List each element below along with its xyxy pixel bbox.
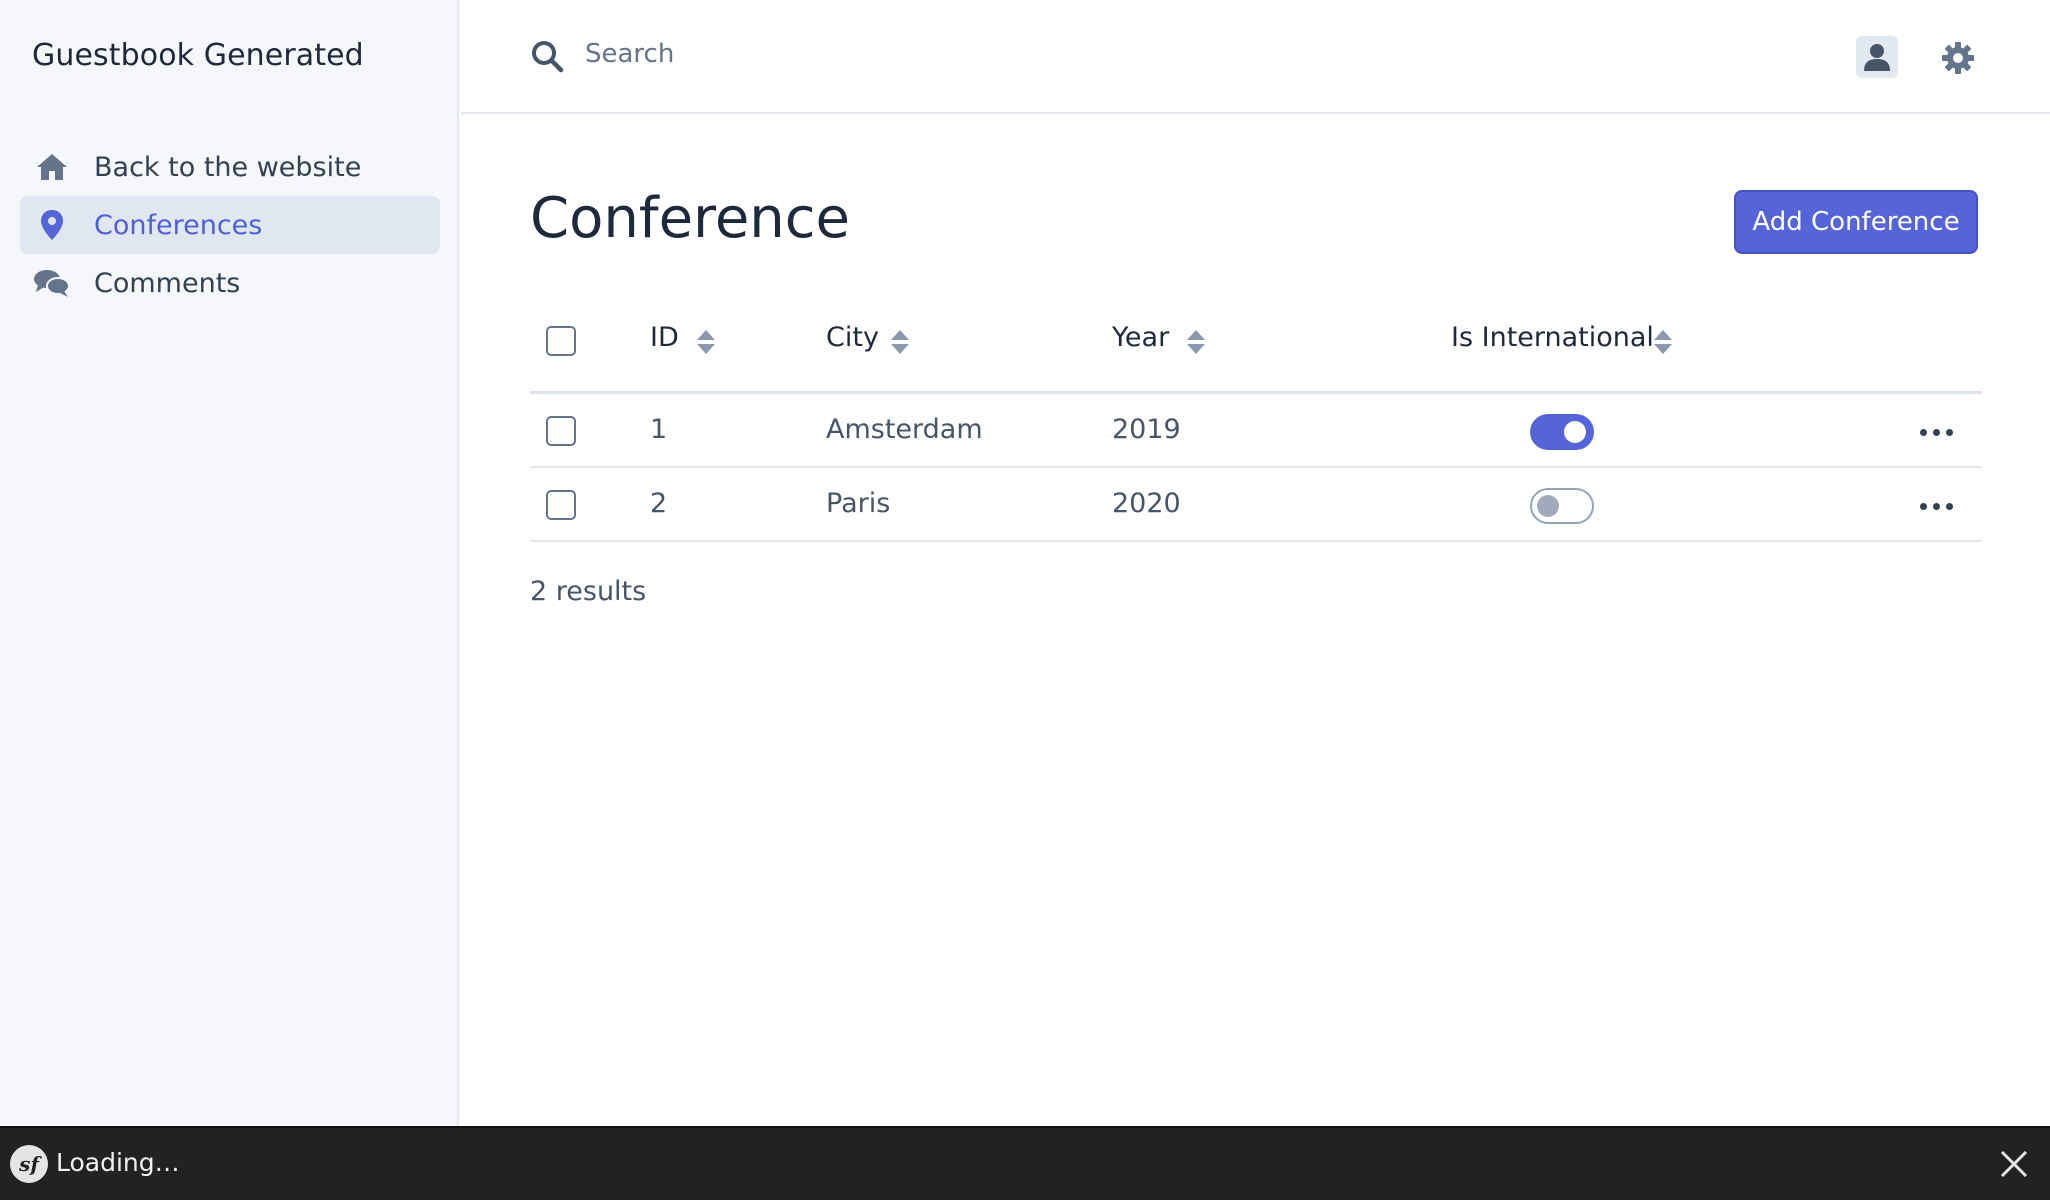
- sort-icon[interactable]: [1186, 328, 1206, 356]
- column-header-year[interactable]: Year: [1112, 322, 1169, 353]
- sidebar-item-label: Back to the website: [94, 151, 362, 183]
- cell-year: 2020: [1112, 488, 1181, 519]
- cell-city: Paris: [826, 488, 891, 519]
- cell-city: Amsterdam: [826, 414, 983, 445]
- table-header: ID City Year Is International: [530, 290, 1982, 394]
- topbar: [461, 0, 2050, 114]
- is-international-toggle[interactable]: [1530, 414, 1594, 450]
- add-conference-button[interactable]: Add Conference: [1734, 190, 1978, 254]
- column-header-is-international[interactable]: Is International: [1451, 322, 1654, 353]
- sort-icon[interactable]: [696, 328, 716, 356]
- column-header-city[interactable]: City: [826, 322, 879, 353]
- cell-id: 2: [650, 488, 668, 519]
- home-icon: [32, 149, 72, 185]
- sidebar-item-label: Comments: [94, 267, 241, 299]
- map-marker-icon: [32, 207, 72, 243]
- sort-icon[interactable]: [1653, 328, 1673, 356]
- select-all-checkbox[interactable]: [546, 326, 576, 356]
- row-checkbox[interactable]: [546, 416, 576, 446]
- dot: [1919, 502, 1927, 510]
- cell-id: 1: [650, 414, 668, 445]
- is-international-toggle[interactable]: [1530, 488, 1594, 524]
- sidebar: Guestbook Generated Back to the website …: [0, 0, 459, 1126]
- loading-text: Loading…: [56, 1148, 180, 1177]
- row-checkbox[interactable]: [546, 490, 576, 520]
- search-icon: [532, 41, 564, 73]
- dot: [1945, 428, 1953, 436]
- dot: [1932, 502, 1940, 510]
- cell-year: 2019: [1112, 414, 1181, 445]
- column-header-id[interactable]: ID: [650, 322, 679, 353]
- results-count: 2 results: [530, 576, 647, 607]
- comments-icon: [32, 265, 72, 301]
- brand-title[interactable]: Guestbook Generated: [32, 38, 364, 73]
- toggle-knob: [1537, 495, 1559, 517]
- sort-icon[interactable]: [890, 328, 910, 356]
- debug-toolbar: sf Loading…: [0, 1126, 2050, 1200]
- table-row: 2 Paris 2020: [530, 468, 1982, 542]
- close-icon[interactable]: [1996, 1146, 2032, 1182]
- row-actions-button[interactable]: [1910, 416, 1962, 448]
- sidebar-item-comments[interactable]: Comments: [20, 254, 440, 312]
- gear-icon[interactable]: [1941, 41, 1975, 75]
- symfony-logo[interactable]: sf: [10, 1145, 48, 1183]
- app: Guestbook Generated Back to the website …: [0, 0, 2050, 1126]
- user-menu-button[interactable]: [1856, 36, 1898, 78]
- dot: [1932, 428, 1940, 436]
- conference-table: ID City Year Is International 1 Amsterda…: [530, 290, 1982, 542]
- dot: [1919, 428, 1927, 436]
- search-input[interactable]: [585, 28, 1285, 80]
- row-actions-button[interactable]: [1910, 490, 1962, 522]
- sidebar-item-back-to-website[interactable]: Back to the website: [20, 138, 440, 196]
- dot: [1945, 502, 1953, 510]
- table-row: 1 Amsterdam 2019: [530, 394, 1982, 468]
- sidebar-item-conferences[interactable]: Conferences: [20, 196, 440, 254]
- sidebar-item-label: Conferences: [94, 209, 263, 241]
- page-title: Conference: [530, 186, 851, 251]
- user-icon: [1864, 44, 1890, 71]
- toggle-knob: [1564, 421, 1586, 443]
- sidebar-nav: Back to the website Conferences Comments: [20, 138, 440, 312]
